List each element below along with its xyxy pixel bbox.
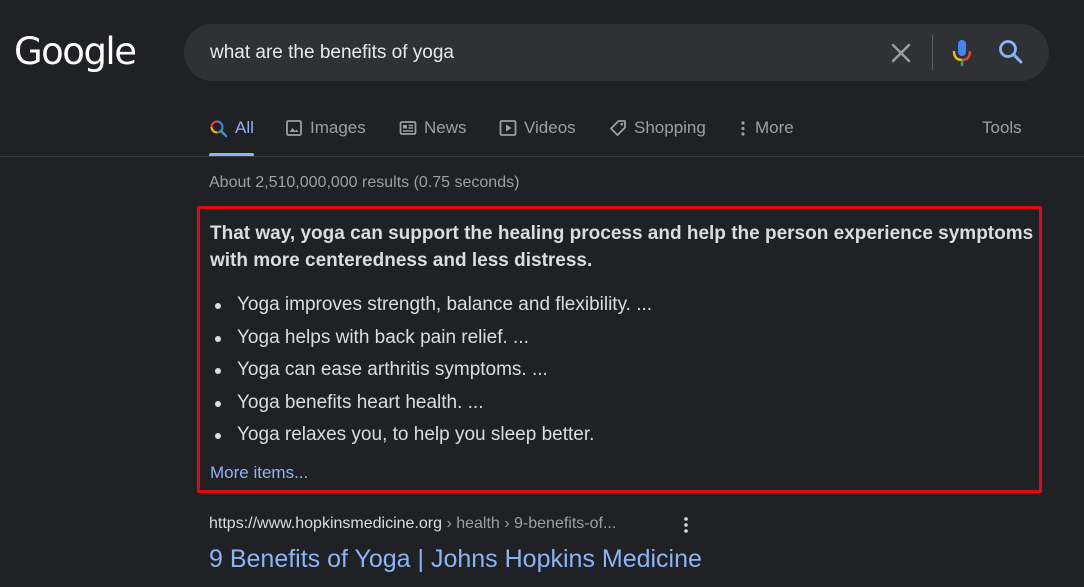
list-item: Yoga helps with back pain relief. ...: [213, 322, 652, 355]
news-icon: [399, 121, 417, 135]
tab-videos-label: Videos: [524, 118, 576, 137]
search-tabs: All Images News Videos Shopping More: [0, 100, 1084, 157]
tab-images-label: Images: [310, 118, 366, 137]
search-input[interactable]: [210, 24, 850, 81]
list-item: Yoga relaxes you, to help you sleep bett…: [213, 419, 652, 452]
tabs-divider: [0, 156, 1084, 157]
tab-shopping-label: Shopping: [634, 118, 706, 137]
list-item: Yoga improves strength, balance and flex…: [213, 289, 652, 322]
result-stats: About 2,510,000,000 results (0.75 second…: [209, 174, 520, 191]
list-item: Yoga benefits heart health. ...: [213, 387, 652, 420]
tab-all-label: All: [235, 118, 254, 137]
result-domain: https://www.hopkinsmedicine.org: [209, 515, 442, 532]
result-breadcrumb: › health › 9-benefits-of...: [442, 515, 617, 532]
tab-all[interactable]: All: [209, 118, 254, 156]
clear-search-button[interactable]: [888, 40, 914, 66]
snippet-heading: That way, yoga can support the healing p…: [210, 223, 1034, 271]
list-item-text: Yoga can ease arthritis symptoms. ...: [237, 359, 548, 380]
bullet-icon: [215, 400, 221, 407]
vertical-dots-icon: [741, 121, 745, 136]
bullet-icon: [215, 303, 221, 309]
play-icon: [499, 120, 517, 136]
list-item-text: Yoga relaxes you, to help you sleep bett…: [237, 424, 595, 445]
tab-news[interactable]: News: [399, 118, 467, 156]
tag-icon: [610, 120, 626, 136]
bullet-icon: [215, 335, 221, 342]
image-icon: [286, 120, 302, 136]
snippet-list: Yoga improves strength, balance and flex…: [213, 289, 652, 452]
bullet-icon: [215, 368, 221, 374]
result-options-button[interactable]: [680, 515, 692, 535]
more-items-link[interactable]: More items...: [210, 463, 308, 483]
tab-more-label: More: [755, 118, 794, 137]
search-divider: [932, 35, 933, 70]
vertical-dots-icon: [684, 517, 688, 533]
microphone-icon: [952, 40, 972, 66]
search-multicolor-icon: [210, 120, 228, 138]
tab-more[interactable]: More: [738, 118, 794, 156]
tools-button[interactable]: Tools: [982, 118, 1022, 138]
search-icon: [999, 40, 1023, 64]
google-logo[interactable]: Google: [14, 30, 137, 73]
result-title-link[interactable]: 9 Benefits of Yoga | Johns Hopkins Medic…: [209, 545, 702, 574]
featured-snippet: That way, yoga can support the healing p…: [197, 206, 1042, 493]
tab-shopping[interactable]: Shopping: [609, 118, 706, 156]
voice-search-button[interactable]: [949, 38, 975, 68]
bullet-icon: [215, 433, 221, 439]
list-item-text: Yoga improves strength, balance and flex…: [237, 294, 653, 315]
tab-videos[interactable]: Videos: [499, 118, 576, 156]
tab-images[interactable]: Images: [285, 118, 366, 156]
search-submit-button[interactable]: [997, 38, 1025, 66]
search-bar: [184, 24, 1049, 81]
result-url[interactable]: https://www.hopkinsmedicine.org › health…: [209, 515, 616, 533]
close-icon: [891, 43, 911, 63]
list-item-text: Yoga helps with back pain relief. ...: [237, 326, 529, 348]
list-item: Yoga can ease arthritis symptoms. ...: [213, 354, 652, 387]
list-item-text: Yoga benefits heart health. ...: [237, 391, 484, 413]
tab-news-label: News: [424, 118, 467, 137]
